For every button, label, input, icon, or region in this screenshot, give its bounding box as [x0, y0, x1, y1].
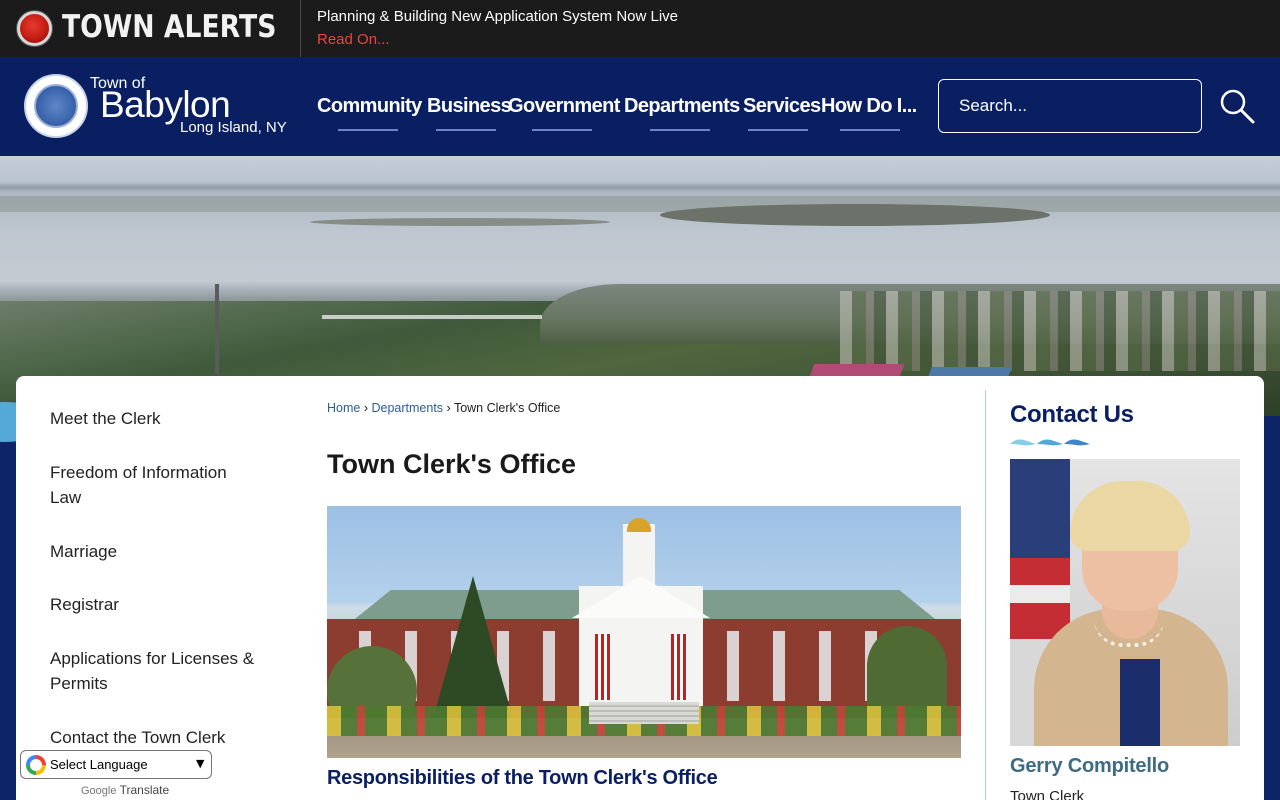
- alert-siren-icon: [17, 11, 52, 46]
- contact-us-heading: Contact Us: [1010, 401, 1134, 428]
- flag-icon: [595, 634, 611, 700]
- nav-underline: [532, 129, 592, 131]
- site-header: Town of Babylon Long Island, NY Communit…: [0, 57, 1280, 156]
- hero-sandbar: [310, 218, 610, 226]
- nav-community[interactable]: Community: [317, 95, 422, 118]
- nav-underline: [338, 129, 398, 131]
- search-placeholder: Search...: [959, 96, 1028, 115]
- nav-how-do-i[interactable]: How Do I...: [821, 95, 917, 118]
- google-wordmark: Google: [81, 785, 117, 797]
- nav-government[interactable]: Government: [508, 95, 620, 118]
- nav-underline: [748, 129, 808, 131]
- hero-barrier-island: [0, 196, 1280, 212]
- column-divider: [985, 390, 986, 800]
- sidebar-item-contact[interactable]: Contact the Town Clerk: [50, 725, 260, 750]
- responsibilities-heading: Responsibilities of the Town Clerk's Off…: [327, 767, 718, 789]
- hero-tennis-court: [809, 364, 905, 376]
- hero-pier: [322, 315, 542, 319]
- hero-island: [660, 204, 1050, 226]
- sidebar-item-licenses-permits[interactable]: Applications for Licenses & Permits: [50, 646, 260, 696]
- sidebar-item-meet-the-clerk[interactable]: Meet the Clerk: [50, 406, 260, 431]
- alert-divider: [300, 0, 301, 57]
- hero-tower: [215, 284, 219, 374]
- alert-read-on-link[interactable]: Read On...: [317, 31, 390, 48]
- town-seal-logo[interactable]: [24, 74, 88, 138]
- hall-steps: [589, 702, 699, 724]
- nav-departments[interactable]: Departments: [624, 95, 740, 118]
- clerk-role: Town Clerk: [1010, 788, 1085, 800]
- sidebar-item-foil[interactable]: Freedom of Information Law: [50, 460, 260, 510]
- search-input[interactable]: Search...: [938, 79, 1202, 133]
- google-icon: [26, 755, 46, 775]
- breadcrumb-separator: ›: [363, 401, 368, 415]
- alerts-title: TOWN ALERTS: [62, 9, 277, 45]
- sidebar-item-registrar[interactable]: Registrar: [50, 592, 260, 617]
- town-alerts-bar: TOWN ALERTS Planning & Building New Appl…: [0, 0, 1280, 57]
- breadcrumb-separator: ›: [446, 401, 451, 415]
- breadcrumb-current: Town Clerk's Office: [453, 401, 561, 415]
- flag-icon: [671, 634, 687, 700]
- hero-houses: [840, 291, 1280, 371]
- clerk-name[interactable]: Gerry Compitello: [1010, 755, 1169, 778]
- translate-word: Translate: [119, 783, 170, 797]
- seal-emblem-icon: [34, 84, 78, 128]
- powered-by-google-translate[interactable]: Google Translate: [81, 783, 169, 797]
- nav-business[interactable]: Business: [427, 95, 512, 118]
- hall-dome: [627, 518, 651, 532]
- breadcrumb: Home › Departments › Town Clerk's Office: [327, 401, 560, 415]
- wave-decoration-icon: [1010, 439, 1090, 446]
- nav-underline: [436, 129, 496, 131]
- alert-message[interactable]: Planning & Building New Application Syst…: [317, 8, 678, 25]
- breadcrumb-home[interactable]: Home: [327, 401, 360, 415]
- town-clerk-portrait: [1010, 459, 1240, 746]
- nav-underline: [840, 129, 900, 131]
- portrait-shirt: [1120, 659, 1160, 746]
- town-hall-photo: [327, 506, 961, 758]
- nav-services[interactable]: Services: [743, 95, 821, 118]
- page-title: Town Clerk's Office: [327, 449, 576, 479]
- flag-icon: [1010, 459, 1070, 639]
- chevron-down-icon: ▼: [196, 757, 205, 770]
- breadcrumb-departments[interactable]: Departments: [371, 401, 443, 415]
- language-select-label: Select Language: [50, 757, 148, 772]
- sidebar-item-marriage[interactable]: Marriage: [50, 539, 260, 564]
- nav-underline: [650, 129, 710, 131]
- search-icon[interactable]: [1218, 87, 1256, 125]
- language-select[interactable]: Select Language ▼: [20, 750, 212, 779]
- logo-location[interactable]: Long Island, NY: [180, 119, 287, 136]
